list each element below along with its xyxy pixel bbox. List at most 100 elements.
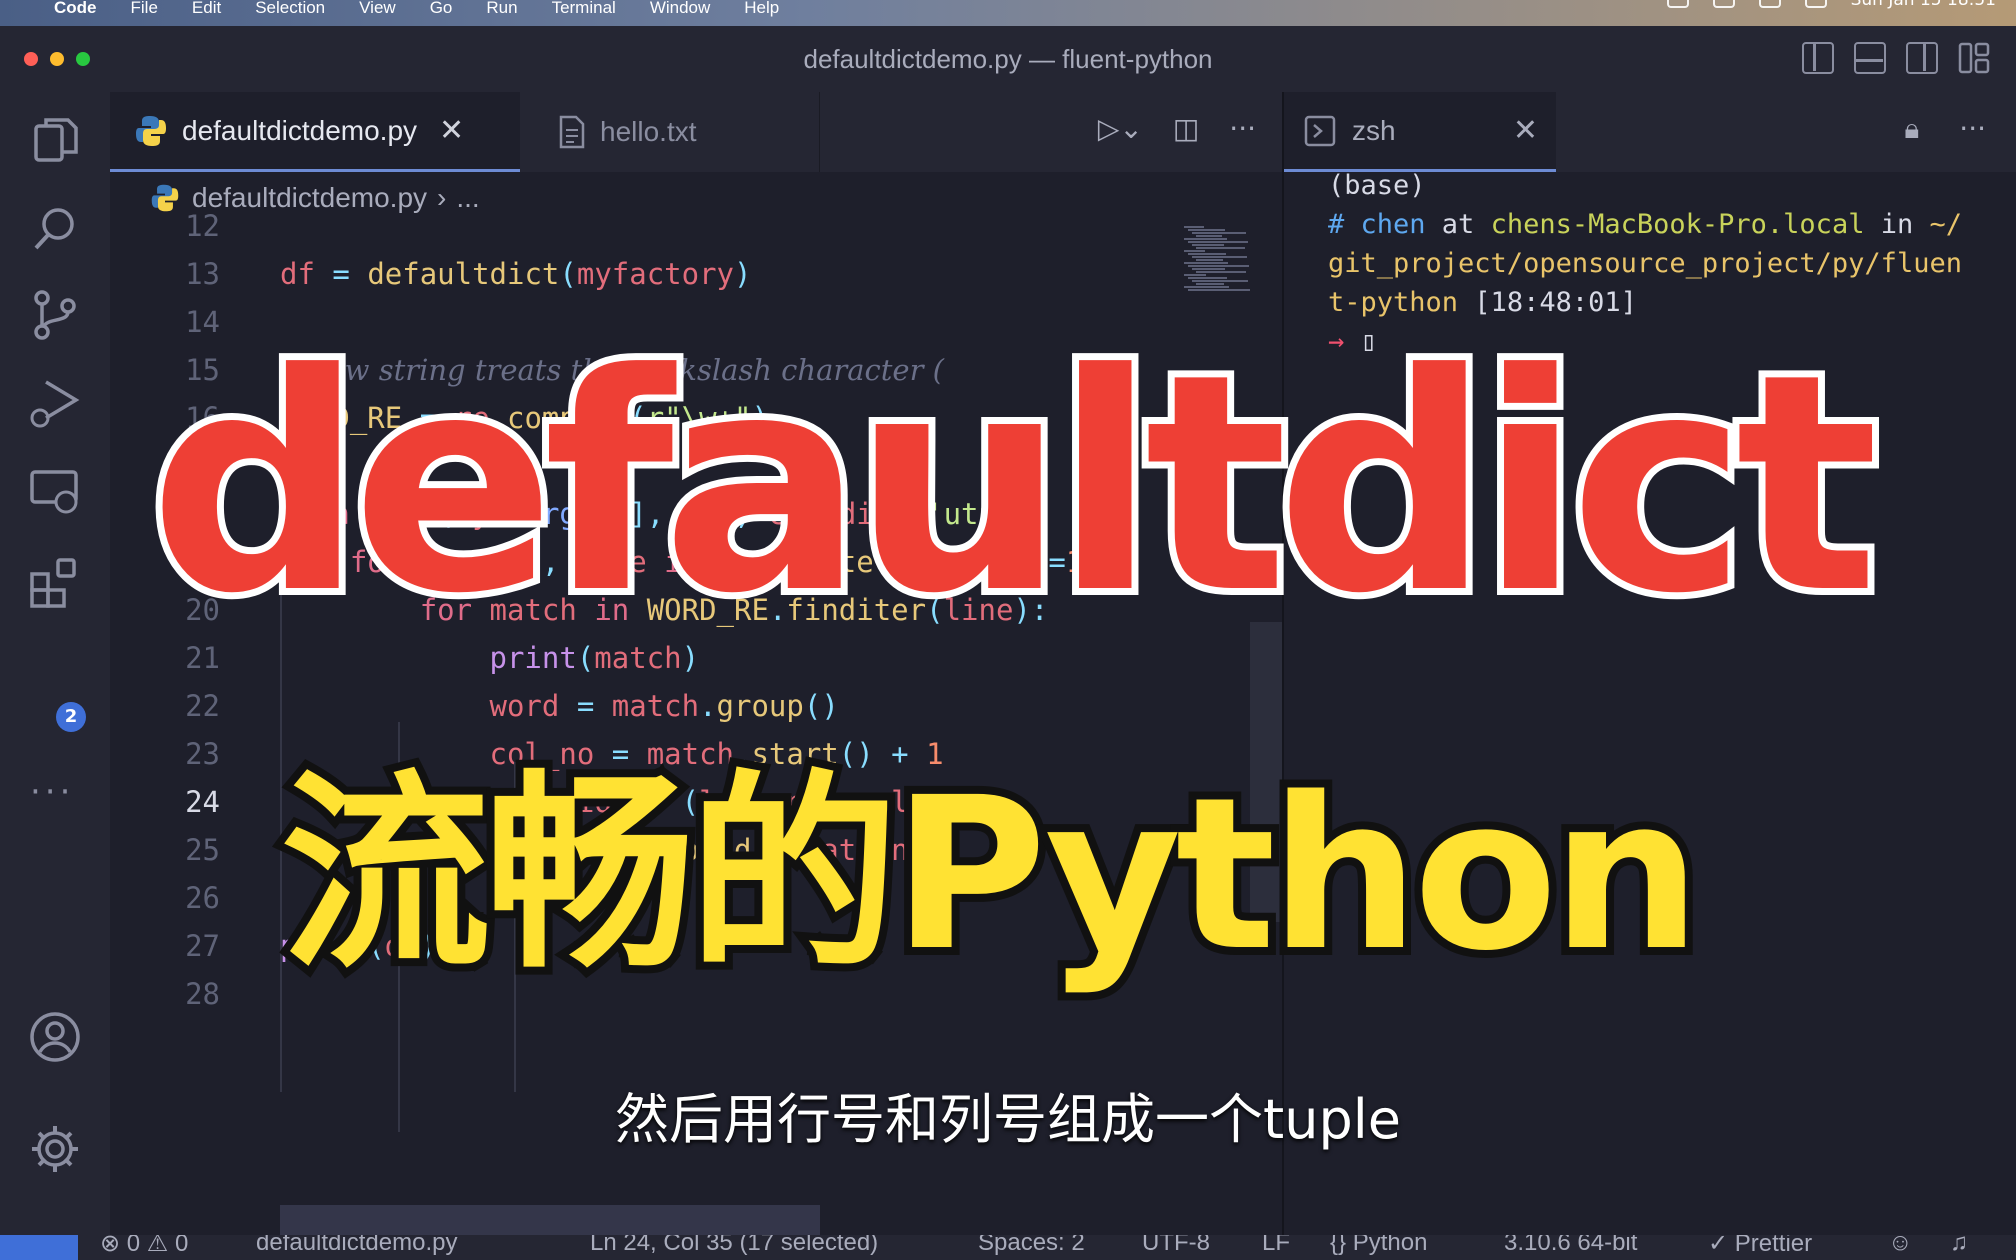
notifications-icon[interactable]: ♫ xyxy=(1950,1235,1968,1257)
run-debug-icon[interactable] xyxy=(28,376,82,430)
more-actions-icon[interactable]: ··· xyxy=(1959,112,1986,146)
editor-actions: ▷⌄ ◫ ··· xyxy=(1098,112,1256,145)
remote-explorer-icon[interactable] xyxy=(28,464,82,518)
close-tab-icon[interactable]: ✕ xyxy=(439,113,464,148)
customize-layout-icon[interactable] xyxy=(1958,42,1990,74)
toggle-secondary-sidebar-icon[interactable] xyxy=(1906,42,1938,74)
minimap-line xyxy=(1192,280,1248,282)
explorer-icon[interactable] xyxy=(28,114,82,168)
code-text: WORD_RE = re.compile(r"\w+") xyxy=(280,401,769,435)
minimap-line xyxy=(1192,256,1247,258)
run-python-file-icon[interactable]: ▷⌄ xyxy=(1098,112,1143,145)
minimap-line xyxy=(1196,259,1223,261)
indent-guide xyxy=(280,572,282,1092)
toggle-sidebar-icon[interactable] xyxy=(1802,42,1834,74)
menu-code[interactable]: Code xyxy=(54,0,97,18)
minimap-line xyxy=(1184,286,1229,288)
menu-window[interactable]: Window xyxy=(650,0,710,18)
close-terminal-icon[interactable]: ✕ xyxy=(1513,113,1538,148)
menu-edit[interactable]: Edit xyxy=(192,0,221,18)
line-ending[interactable]: LF xyxy=(1262,1235,1290,1257)
settings-gear-icon[interactable] xyxy=(28,1122,82,1176)
extensions-icon[interactable] xyxy=(28,556,82,610)
tray-icon[interactable] xyxy=(1758,0,1781,8)
menu-terminal[interactable]: Terminal xyxy=(552,0,616,18)
code-line[interactable]: 22 word = match.group() xyxy=(110,682,1210,730)
minimap-line xyxy=(1196,235,1222,237)
minimap-line xyxy=(1192,244,1224,246)
tray-icon[interactable] xyxy=(1712,0,1735,8)
python-interpreter[interactable]: 3.10.6 64-bit xyxy=(1504,1235,1637,1257)
terminal-tab-bar: zsh ✕ 🔒︎ ··· xyxy=(1284,92,2016,172)
tab-label: hello.txt xyxy=(600,116,697,147)
line-number: 13 xyxy=(185,257,220,291)
code-editor[interactable]: 12 13 df = defaultdict(myfactory) 14 15 # raw… xyxy=(110,209,1284,1235)
search-icon[interactable] xyxy=(28,202,82,256)
line-number: 24 xyxy=(185,785,220,819)
indentation[interactable]: Spaces: 2 xyxy=(978,1235,1085,1257)
more-actions-icon[interactable]: ··· xyxy=(1229,112,1256,145)
window-title: defaultdictdemo.py — fluent-python xyxy=(803,44,1213,74)
prettier-status[interactable]: ✓ Prettier xyxy=(1708,1235,1812,1258)
battery-icon[interactable] xyxy=(1804,0,1827,8)
problems-indicator[interactable]: ⊗ 0 ⚠ 0 xyxy=(100,1235,188,1258)
more-views-icon[interactable]: ··· xyxy=(30,772,74,812)
menu-go[interactable]: Go xyxy=(430,0,453,18)
code-line[interactable]: 15 # raw string treats the backslash char… xyxy=(110,346,1210,394)
cursor-position[interactable]: Ln 24, Col 35 (17 selected) xyxy=(590,1235,878,1257)
terminal-text: ▯ xyxy=(1360,326,1377,357)
code-line[interactable]: 20 for match in WORD_RE.finditer(line): xyxy=(110,586,1210,634)
vertical-scrollbar[interactable] xyxy=(1250,622,1284,922)
remote-indicator[interactable] xyxy=(0,1235,78,1260)
encoding[interactable]: UTF-8 xyxy=(1142,1235,1210,1257)
clock[interactable]: Sun Jan 15 18:51 xyxy=(1851,0,1996,10)
code-line[interactable]: 14 xyxy=(110,298,1210,346)
activity-bar: 2 ··· xyxy=(0,92,110,1235)
status-file[interactable]: defaultdictdemo.py xyxy=(256,1235,457,1257)
code-text: with open(sys.argv[1], 'r', encoding='ut… xyxy=(280,497,1031,531)
terminal-tab-zsh[interactable]: zsh ✕ xyxy=(1284,92,1556,172)
account-icon[interactable] xyxy=(28,1010,82,1064)
code-line[interactable]: 21 print(match) xyxy=(110,634,1210,682)
code-line[interactable]: 27 print(df) xyxy=(110,922,1210,970)
code-line[interactable]: 23 col_no = match.start() + 1 xyxy=(110,730,1210,778)
terminal-output[interactable]: (base) # chen at chens-MacBook-Pro.local … xyxy=(1284,170,2016,1235)
code-text: for match in WORD_RE.finditer(line): xyxy=(419,593,1049,627)
feedback-icon[interactable]: ☺ xyxy=(1888,1235,1913,1257)
terminal-text: ~/ xyxy=(1929,209,1962,240)
line-number: 23 xyxy=(185,737,220,771)
tab-hello-txt[interactable]: hello.txt xyxy=(520,92,820,172)
split-editor-icon[interactable]: ◫ xyxy=(1173,112,1199,145)
toggle-panel-icon[interactable] xyxy=(1854,42,1886,74)
horizontal-scrollbar[interactable] xyxy=(280,1205,820,1235)
code-text: print(match) xyxy=(489,641,700,675)
code-line[interactable]: 12 xyxy=(110,202,1210,250)
menu-run[interactable]: Run xyxy=(486,0,517,18)
code-line[interactable]: 24 location = (line_no, col_no) xyxy=(110,778,1210,826)
code-line[interactable]: 25 df[word].append(location) xyxy=(110,826,1210,874)
terminal-text: chens-MacBook-Pro.local xyxy=(1490,209,1865,240)
menu-view[interactable]: View xyxy=(359,0,396,18)
lock-icon[interactable]: 🔒︎ xyxy=(1904,112,1919,146)
tray-icon[interactable] xyxy=(1666,0,1689,8)
language-mode[interactable]: {} Python xyxy=(1330,1235,1427,1257)
code-line[interactable]: 18 with open(sys.argv[1], 'r', encoding='… xyxy=(110,490,1210,538)
code-line[interactable]: 13 df = defaultdict(myfactory) xyxy=(110,250,1210,298)
minimap-line xyxy=(1188,229,1225,231)
line-number: 22 xyxy=(185,689,220,723)
code-line[interactable]: 26 xyxy=(110,874,1210,922)
minimap-line xyxy=(1184,262,1228,264)
tab-defaultdictdemo[interactable]: defaultdictdemo.py ✕ xyxy=(110,92,520,172)
code-line[interactable]: 19 for line_no, line in enumerate(fp, st… xyxy=(110,538,1210,586)
terminal-line: # chen at chens-MacBook-Pro.local in ~/ xyxy=(1328,205,1962,245)
menu-file[interactable]: File xyxy=(131,0,158,18)
terminal-actions: 🔒︎ ··· xyxy=(1904,112,1986,146)
code-line[interactable]: 17 xyxy=(110,442,1210,490)
minimap-line xyxy=(1184,274,1206,276)
minimap-line xyxy=(1192,232,1246,234)
source-control-icon[interactable] xyxy=(28,288,82,342)
code-line[interactable]: 28 xyxy=(110,970,1210,1018)
menu-selection[interactable]: Selection xyxy=(255,0,325,18)
code-line[interactable]: 16 WORD_RE = re.compile(r"\w+") xyxy=(110,394,1210,442)
menu-help[interactable]: Help xyxy=(744,0,779,18)
